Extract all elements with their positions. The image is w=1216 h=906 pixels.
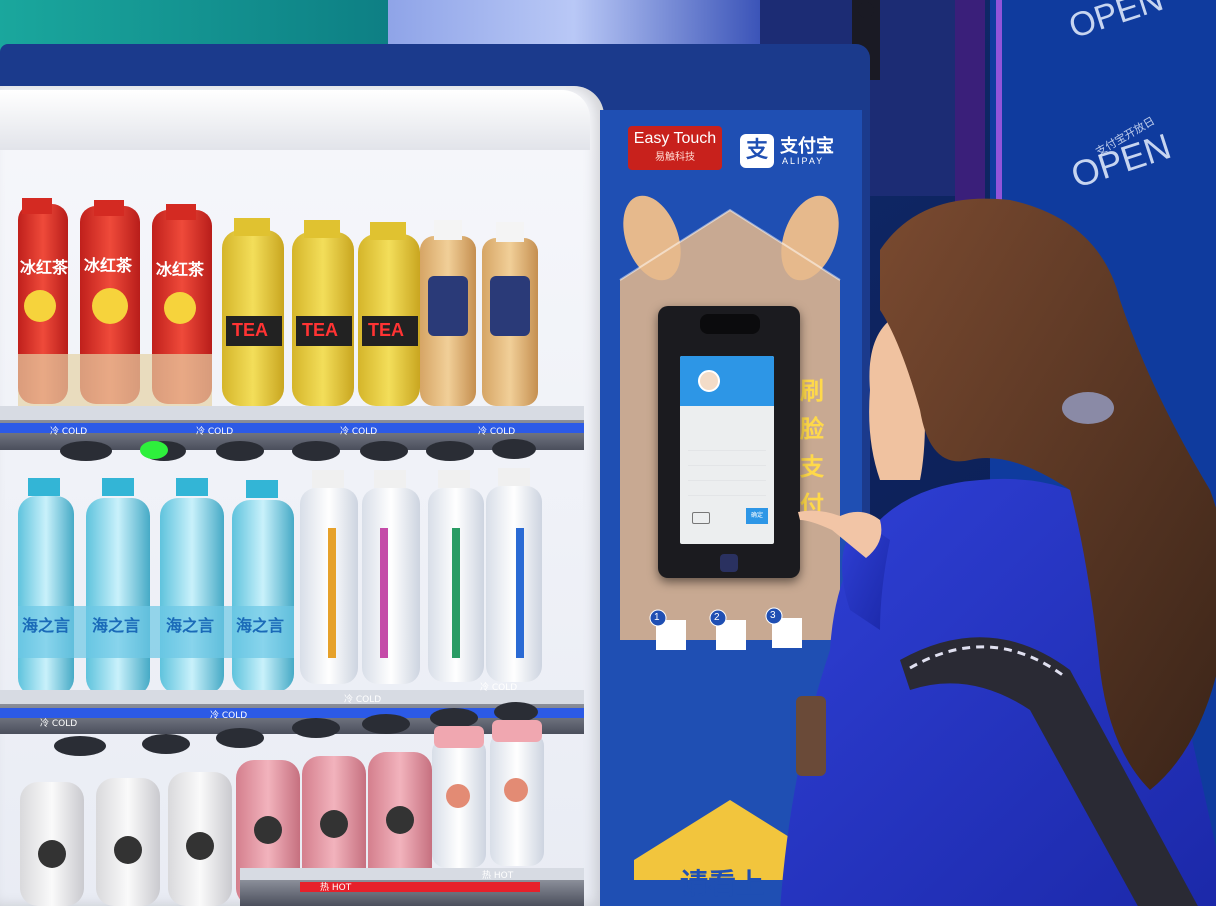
red-tea-label: 冰红茶: [156, 260, 205, 279]
water-brand-label: 海之言: [166, 616, 215, 635]
cold-tag: 冷 COLD: [480, 683, 518, 693]
hot-tag: 热 HOT: [482, 871, 514, 881]
easy-touch-sublabel: 易触科技: [655, 152, 695, 163]
alipay-sublabel: ALIPAY: [782, 156, 825, 166]
cold-tag: 冷 COLD: [50, 427, 88, 437]
avatar: [698, 370, 720, 392]
row1-cold-tags: 冷 COLD 冷 COLD 冷 COLD 冷 COLD: [40, 424, 580, 437]
poster-bottom-text: 请看上: [680, 867, 765, 900]
step-2-number: 2: [714, 612, 720, 623]
row2-clear-water: [300, 468, 542, 684]
row2-water: [18, 478, 294, 696]
red-tea-label: 冰红茶: [84, 256, 133, 275]
alipay-label: 支付宝: [780, 136, 834, 157]
easy-touch-badge: Easy Touch 易触科技: [628, 126, 722, 170]
cold-tag: 冷 COLD: [344, 695, 382, 705]
cold-tag: 冷 COLD: [478, 427, 516, 437]
customer-person: [780, 198, 1216, 906]
product-shelves: [0, 198, 584, 906]
alipay-brand: 支 支付宝 ALIPAY: [740, 132, 850, 172]
row1-milk-tea: [420, 220, 538, 406]
step-1-number: 1: [654, 612, 660, 623]
tea-label: TEA: [368, 320, 404, 340]
keypad: [688, 436, 766, 516]
cold-tag: 冷 COLD: [196, 427, 234, 437]
row1-yellow-tea: [222, 218, 420, 406]
row1-red-tea: [18, 198, 212, 406]
cold-tag: 冷 COLD: [340, 427, 378, 437]
easy-touch-label: Easy Touch: [633, 130, 717, 147]
row4-hot-tags: 热 HOT 热 HOT: [320, 871, 580, 893]
backspace-icon[interactable]: [692, 512, 710, 524]
confirm-button[interactable]: 确定: [746, 508, 768, 524]
row3-cold-tags: 冷 COLD 冷 COLD: [40, 683, 600, 729]
keypad-grid: [688, 436, 766, 496]
hot-tag: 热 HOT: [320, 883, 352, 893]
water-brand-label: 海之言: [236, 616, 285, 635]
vending-machine-photo: OPEN OPEN 支付宝开放日 冷 COLD 冷 COLD 冷 COLD 冷 …: [0, 0, 1216, 906]
device-screen: 确定: [680, 356, 774, 544]
alipay-logo-icon: 支: [740, 134, 774, 168]
tea-label: TEA: [232, 320, 268, 340]
cold-tag: 冷 COLD: [40, 719, 78, 729]
water-brand-label: 海之言: [92, 616, 141, 635]
water-brand-label: 海之言: [22, 616, 71, 635]
camera-module: [700, 314, 760, 334]
device-bottom-logo: [720, 554, 738, 572]
screen-header: [680, 356, 774, 406]
tea-label: TEA: [302, 320, 338, 340]
red-tea-label: 冰红茶: [20, 258, 69, 277]
coin-slot: [796, 696, 826, 776]
